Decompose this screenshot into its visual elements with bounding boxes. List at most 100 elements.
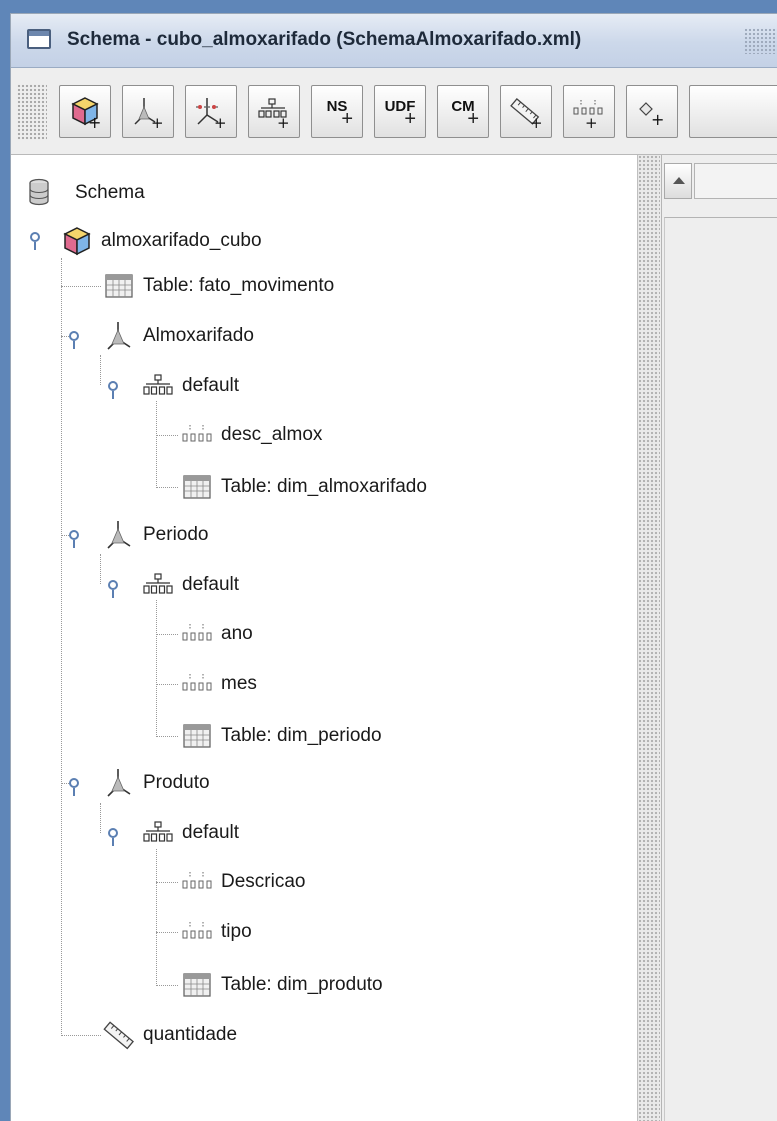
tree-node-cube[interactable]: almoxarifado_cubo <box>61 225 262 257</box>
cube-label: almoxarifado_cubo <box>101 230 262 251</box>
dimension-icon <box>107 769 131 797</box>
tree-connector <box>61 258 62 1036</box>
tree-node-table[interactable]: Table: dim_produto <box>181 969 383 1001</box>
tree-connector <box>100 554 101 584</box>
plus-icon: + <box>341 108 353 130</box>
table-label: Table: dim_produto <box>221 974 383 995</box>
detail-content <box>664 217 777 1121</box>
level-label: desc_almox <box>221 424 323 445</box>
tree-node-measure[interactable]: quantidade <box>103 1019 237 1051</box>
table-icon <box>183 475 211 499</box>
tree-node-level[interactable]: Descricao <box>181 866 305 898</box>
add-level-icon: + <box>573 99 603 129</box>
level-icon <box>182 674 212 691</box>
tree-node-hierarchy[interactable]: default <box>142 370 239 402</box>
svg-text:+: + <box>585 114 598 129</box>
tree-node-level[interactable]: tipo <box>181 916 252 948</box>
tree-connector <box>100 803 101 833</box>
hierarchy-icon <box>143 821 173 842</box>
cube-icon <box>63 227 91 256</box>
add-measure-button[interactable]: + <box>500 85 552 138</box>
hierarchy-icon <box>143 573 173 594</box>
expand-handle-hierarchy[interactable] <box>108 828 118 846</box>
tree-connector <box>156 487 178 488</box>
add-dimension-usage-icon: + <box>196 97 227 129</box>
dimension-label: Periodo <box>143 524 209 545</box>
title-bar[interactable]: Schema - cubo_almoxarifado (SchemaAlmoxa… <box>11 14 777 68</box>
add-named-set-button[interactable]: NS + <box>311 85 363 138</box>
dimension-label: Produto <box>143 772 210 793</box>
tree-connector <box>156 401 157 488</box>
schema-window: Schema - cubo_almoxarifado (SchemaAlmoxa… <box>10 13 777 1121</box>
window-title: Schema - cubo_almoxarifado (SchemaAlmoxa… <box>67 29 582 50</box>
tree-connector <box>156 932 178 933</box>
tree-node-hierarchy[interactable]: default <box>142 817 239 849</box>
dimension-label: Almoxarifado <box>143 325 254 346</box>
tree-node-table[interactable]: Table: dim_periodo <box>181 720 382 752</box>
expand-handle-dimension[interactable] <box>69 530 79 548</box>
add-udf-button[interactable]: UDF + <box>374 85 426 138</box>
level-label: ano <box>221 623 253 644</box>
tree-connector <box>156 600 157 737</box>
add-hierarchy-icon: + <box>258 97 290 129</box>
svg-text:+: + <box>530 114 543 129</box>
detail-header <box>694 163 777 199</box>
expand-handle-dimension[interactable] <box>69 331 79 349</box>
expand-handle-cube[interactable] <box>30 232 40 250</box>
add-calculated-member-button[interactable]: CM + <box>437 85 489 138</box>
tree-node-fact-table[interactable]: Table: fato_movimento <box>103 270 334 302</box>
measure-label: quantidade <box>143 1024 238 1045</box>
tree-connector <box>156 882 178 883</box>
level-icon <box>182 872 212 889</box>
tree-node-dimension[interactable]: Periodo <box>103 519 209 551</box>
svg-text:+: + <box>277 114 290 129</box>
tree-connector <box>156 849 157 986</box>
fact-table-label: Table: fato_movimento <box>143 275 335 296</box>
scroll-up-button[interactable] <box>664 163 692 199</box>
level-icon <box>182 425 212 442</box>
level-label: mes <box>221 673 257 694</box>
window-icon <box>27 29 51 49</box>
tree-node-level[interactable]: mes <box>181 668 257 700</box>
plus-icon: + <box>404 108 416 130</box>
tree-node-table[interactable]: Table: dim_almoxarifado <box>181 471 427 503</box>
tree-node-dimension[interactable]: Almoxarifado <box>103 320 254 352</box>
expand-handle-dimension[interactable] <box>69 778 79 796</box>
toolbar-overflow-button[interactable] <box>689 85 777 138</box>
add-measure-icon: + <box>510 97 543 129</box>
tree-connector <box>61 1035 101 1036</box>
toolbar: + + + + NS + UDF + CM + + + + <box>11 68 777 155</box>
table-icon <box>183 973 211 997</box>
tree-connector <box>156 435 178 436</box>
detail-pane <box>661 155 777 1121</box>
dimension-icon <box>107 322 131 350</box>
add-dimension-usage-button[interactable]: + <box>185 85 237 138</box>
level-label: tipo <box>221 921 252 942</box>
svg-text:+: + <box>151 114 164 129</box>
expand-handle-hierarchy[interactable] <box>108 381 118 399</box>
add-dimension-icon: + <box>134 97 164 129</box>
tree-connector <box>156 634 178 635</box>
add-property-button[interactable]: + <box>626 85 678 138</box>
schema-tree: Schema almoxarifado_cubo Table: fato_mov… <box>11 155 638 1121</box>
add-cube-button[interactable]: + <box>59 85 111 138</box>
title-bar-grip <box>744 28 777 54</box>
add-dimension-button[interactable]: + <box>122 85 174 138</box>
add-hierarchy-button[interactable]: + <box>248 85 300 138</box>
level-label: Descricao <box>221 871 306 892</box>
tree-connector <box>156 684 178 685</box>
tree-connector <box>100 355 101 385</box>
tree-node-hierarchy[interactable]: default <box>142 569 239 601</box>
level-icon <box>182 624 212 641</box>
add-level-button[interactable]: + <box>563 85 615 138</box>
expand-handle-hierarchy[interactable] <box>108 580 118 598</box>
tree-connector <box>156 985 178 986</box>
tree-node-dimension[interactable]: Produto <box>103 767 210 799</box>
database-icon <box>29 178 49 206</box>
svg-text:+: + <box>88 113 101 129</box>
tree-node-level[interactable]: desc_almox <box>181 419 322 451</box>
tree-node-schema[interactable]: Schema <box>23 177 145 209</box>
pane-splitter[interactable] <box>638 155 660 1121</box>
toolbar-grip-handle[interactable] <box>17 84 47 140</box>
tree-node-level[interactable]: ano <box>181 618 253 650</box>
